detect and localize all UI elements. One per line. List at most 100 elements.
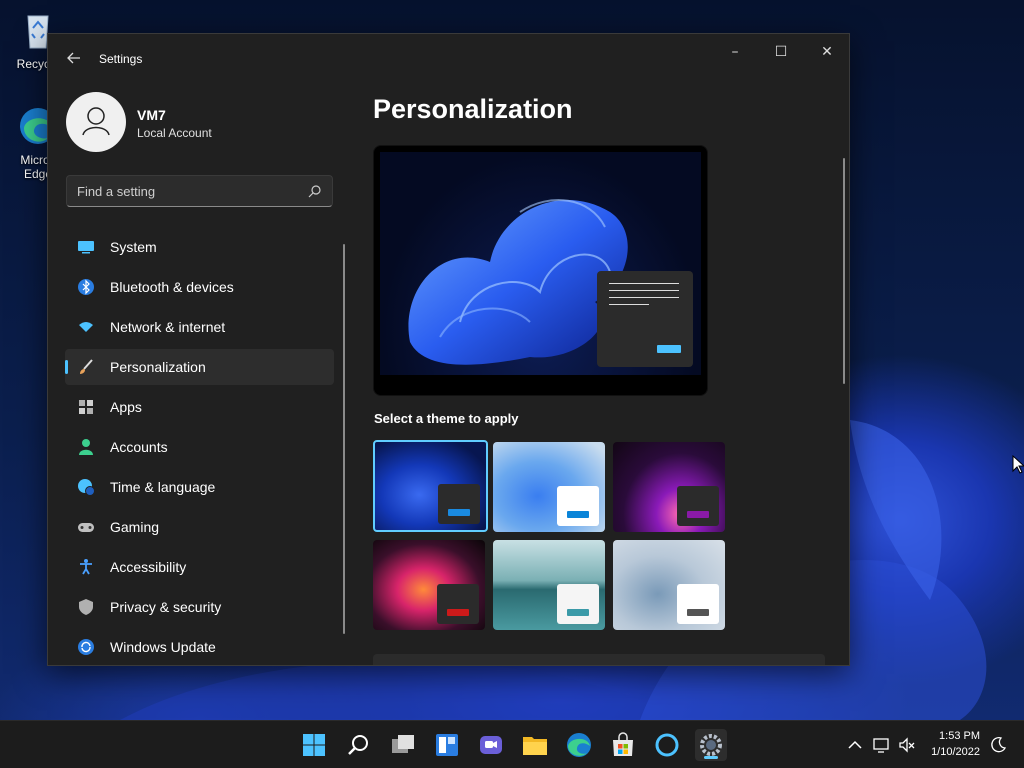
- gamepad-icon: [78, 523, 94, 532]
- sidebar-item-label: Gaming: [110, 519, 160, 535]
- sidebar-item-label: Bluetooth & devices: [110, 279, 234, 295]
- task-view-icon: [392, 735, 414, 753]
- start-button[interactable]: [298, 729, 330, 761]
- theme-preview: [373, 145, 708, 396]
- sidebar-scrollbar[interactable]: [343, 244, 345, 634]
- preview-window-card: [597, 271, 693, 367]
- theme-mini-window: [557, 486, 599, 526]
- store-button[interactable]: [607, 729, 639, 761]
- theme-flow[interactable]: [613, 540, 725, 630]
- sidebar-item-label: Privacy & security: [110, 599, 222, 615]
- brush-icon: [80, 359, 93, 374]
- search-icon: [348, 735, 368, 755]
- shield-icon: [79, 599, 93, 615]
- back-button[interactable]: [64, 50, 84, 70]
- sidebar-nav: System Bluetooth & devices Network & int…: [65, 229, 334, 665]
- sidebar-item-label: Apps: [110, 399, 142, 415]
- search-icon: [308, 185, 321, 198]
- arrow-left-icon: [67, 52, 80, 64]
- cortana-button[interactable]: [651, 729, 683, 761]
- settings-window: Settings – ☐ ✕ VM7 Local Account Find a …: [47, 33, 850, 666]
- sidebar-item-label: Accounts: [110, 439, 168, 455]
- theme-captured-motion[interactable]: [373, 540, 485, 630]
- widgets-icon: [436, 734, 458, 756]
- volume-muted-icon: [899, 737, 915, 753]
- wifi-icon: [79, 322, 93, 332]
- theme-windows-dark[interactable]: [373, 440, 488, 532]
- settings-card-partial[interactable]: [373, 654, 825, 665]
- sidebar-item-accounts[interactable]: Accounts: [65, 429, 334, 465]
- widgets-button[interactable]: [431, 729, 463, 761]
- active-app-indicator: [704, 756, 718, 759]
- mouse-cursor-icon: [1012, 455, 1024, 474]
- theme-mini-window: [677, 486, 719, 526]
- sidebar-item-label: Personalization: [110, 359, 206, 375]
- focus-assist-button[interactable]: [988, 735, 1008, 755]
- moon-icon: [991, 737, 1007, 753]
- teams-chat-icon: [480, 736, 502, 754]
- sidebar-item-accessibility[interactable]: Accessibility: [65, 549, 334, 585]
- sidebar-item-time-language[interactable]: Time & language: [65, 469, 334, 505]
- page-title: Personalization: [373, 94, 573, 124]
- theme-mini-window: [557, 584, 599, 624]
- theme-mini-window: [438, 484, 480, 524]
- taskbar-search-button[interactable]: [343, 729, 375, 761]
- monitor-icon: [78, 241, 94, 254]
- sidebar-item-bluetooth[interactable]: Bluetooth & devices: [65, 269, 334, 305]
- sidebar-item-label: Windows Update: [110, 639, 216, 655]
- volume-tray-button[interactable]: [897, 735, 917, 755]
- profile-account-type: Local Account: [137, 126, 212, 140]
- accessibility-icon: [80, 559, 92, 575]
- themes-heading: Select a theme to apply: [374, 411, 519, 426]
- sidebar-item-system[interactable]: System: [65, 229, 334, 265]
- sidebar-item-privacy-security[interactable]: Privacy & security: [65, 589, 334, 625]
- window-title: Settings: [99, 52, 143, 66]
- person-icon: [82, 107, 110, 136]
- network-tray-button[interactable]: [872, 735, 892, 755]
- task-view-button[interactable]: [387, 729, 419, 761]
- minimize-button[interactable]: –: [720, 42, 750, 62]
- theme-glow[interactable]: [613, 442, 725, 532]
- theme-sunrise[interactable]: [493, 540, 605, 630]
- settings-taskbar-button[interactable]: [695, 729, 727, 761]
- sidebar-item-label: Accessibility: [110, 559, 187, 575]
- theme-mini-window: [437, 584, 479, 624]
- sidebar-item-windows-update[interactable]: Windows Update: [65, 629, 334, 665]
- sidebar-item-label: System: [110, 239, 157, 255]
- edge-taskbar-button[interactable]: [563, 729, 595, 761]
- sidebar-item-label: Time & language: [110, 479, 216, 495]
- chevron-up-icon: [848, 740, 862, 749]
- sidebar-item-gaming[interactable]: Gaming: [65, 509, 334, 545]
- store-icon: [613, 732, 633, 756]
- preview-accent-button: [657, 345, 681, 353]
- maximize-button[interactable]: ☐: [766, 42, 796, 62]
- avatar[interactable]: [66, 92, 126, 152]
- sidebar-item-network[interactable]: Network & internet: [65, 309, 334, 345]
- theme-mini-window: [677, 584, 719, 624]
- update-icon: [78, 639, 94, 655]
- title-bar[interactable]: Settings – ☐ ✕: [48, 34, 849, 84]
- clock-time[interactable]: 1:53 PM: [939, 730, 980, 742]
- teams-chat-button[interactable]: [475, 729, 507, 761]
- taskbar: 1:53 PM 1/10/2022: [0, 720, 1024, 768]
- search-input[interactable]: Find a setting: [66, 175, 333, 207]
- file-explorer-button[interactable]: [519, 729, 551, 761]
- show-hidden-icons-button[interactable]: [845, 735, 865, 755]
- profile-name: VM7: [137, 107, 166, 123]
- sidebar-item-personalization[interactable]: Personalization: [65, 349, 334, 385]
- close-button[interactable]: ✕: [812, 42, 842, 62]
- bluetooth-icon: [78, 279, 94, 295]
- network-icon: [873, 738, 889, 753]
- globe-clock-icon: [78, 479, 95, 496]
- edge-icon: [567, 733, 591, 757]
- content-scrollbar[interactable]: [843, 158, 845, 384]
- theme-windows-light[interactable]: [493, 442, 605, 532]
- sidebar-item-label: Network & internet: [110, 319, 226, 335]
- person-icon: [79, 439, 93, 455]
- file-explorer-icon: [523, 737, 547, 755]
- clock-date[interactable]: 1/10/2022: [931, 746, 980, 758]
- start-icon: [303, 734, 325, 756]
- search-placeholder: Find a setting: [77, 184, 156, 199]
- apps-icon: [79, 400, 93, 414]
- sidebar-item-apps[interactable]: Apps: [65, 389, 334, 425]
